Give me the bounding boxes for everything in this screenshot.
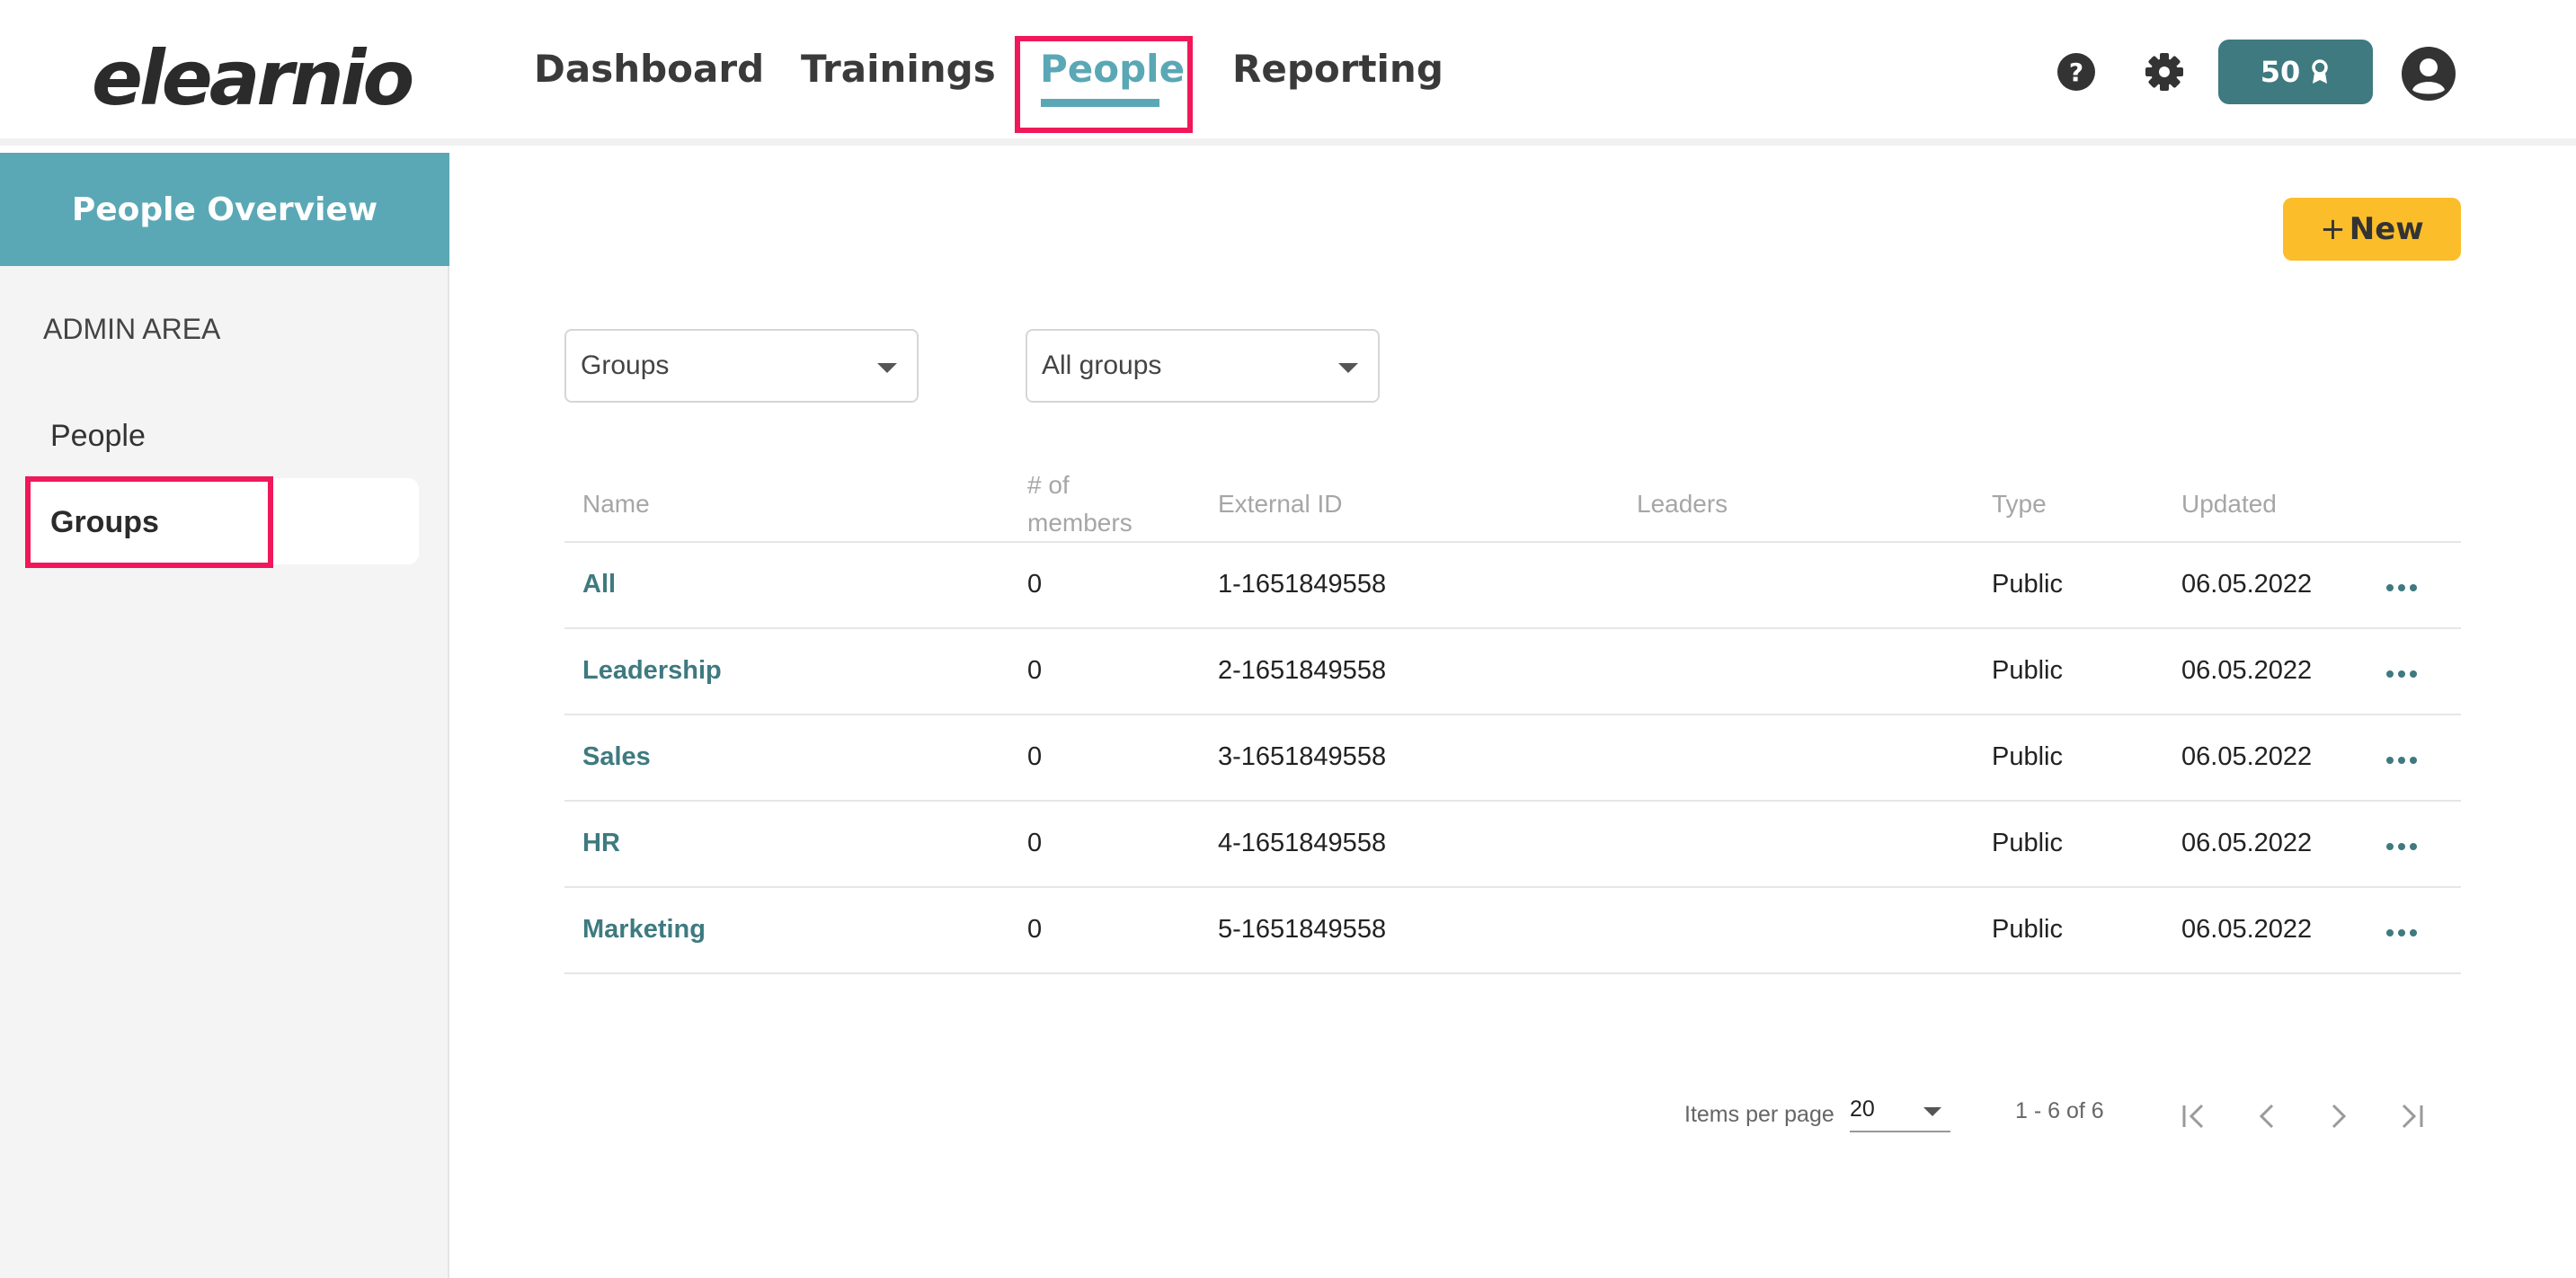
more-options-icon[interactable] xyxy=(2385,583,2418,592)
column-header-members-line1[interactable]: # of xyxy=(1027,466,1070,504)
column-header-type[interactable]: Type xyxy=(1992,485,2047,523)
svg-text:?: ? xyxy=(2069,58,2083,87)
table-row-type: Public xyxy=(1992,570,2063,599)
table-row-updated: 06.05.2022 xyxy=(2181,570,2313,599)
filter-scope-select[interactable]: All groups xyxy=(1026,329,1380,403)
table-row-updated: 06.05.2022 xyxy=(2181,829,2313,857)
table-row-external-id: 4-1651849558 xyxy=(1218,829,1387,857)
highlight-box-nav-people xyxy=(1015,36,1193,133)
table-row-updated: 06.05.2022 xyxy=(2181,742,2313,771)
highlight-box-groups xyxy=(25,476,273,568)
table-row-external-id: 5-1651849558 xyxy=(1218,915,1387,944)
items-per-page-select[interactable]: 20 xyxy=(1850,1096,1950,1132)
new-button[interactable]: + New xyxy=(2283,198,2461,261)
sidebar-item-people[interactable]: People xyxy=(50,419,146,454)
column-header-name[interactable]: Name xyxy=(582,485,650,523)
new-button-label: New xyxy=(2349,211,2424,247)
last-page-icon[interactable] xyxy=(2391,1096,2430,1136)
table-row-divider xyxy=(564,627,2461,629)
nav-trainings[interactable]: Trainings xyxy=(801,47,996,91)
column-header-updated[interactable]: Updated xyxy=(2181,485,2277,523)
user-avatar-icon[interactable] xyxy=(2400,45,2457,102)
items-per-page-label: Items per page xyxy=(1684,1102,1834,1127)
nav-dashboard[interactable]: Dashboard xyxy=(534,47,764,91)
table-row-divider xyxy=(564,886,2461,888)
table-row-updated: 06.05.2022 xyxy=(2181,915,2313,944)
table-row-external-id: 2-1651849558 xyxy=(1218,656,1387,685)
table-row-type: Public xyxy=(1992,742,2063,771)
sidebar-title: People Overview xyxy=(0,153,449,266)
table-row-divider xyxy=(564,800,2461,802)
column-header-external-id[interactable]: External ID xyxy=(1218,485,1343,523)
help-icon[interactable]: ? xyxy=(2056,52,2096,92)
table-row-name-link[interactable]: HR xyxy=(582,829,620,858)
nav-reporting[interactable]: Reporting xyxy=(1232,47,1443,91)
table-row-members: 0 xyxy=(1027,570,1043,599)
column-header-members-line2[interactable]: members xyxy=(1027,504,1133,542)
filter-type-value: Groups xyxy=(581,351,670,380)
column-header-leaders[interactable]: Leaders xyxy=(1637,485,1728,523)
sidebar-section-label: ADMIN AREA xyxy=(43,313,221,345)
table-row-type: Public xyxy=(1992,656,2063,685)
filter-type-select[interactable]: Groups xyxy=(564,329,919,403)
table-row-type: Public xyxy=(1992,915,2063,944)
gear-icon[interactable] xyxy=(2145,52,2184,92)
table-row-external-id: 3-1651849558 xyxy=(1218,742,1387,771)
table-row-type: Public xyxy=(1992,829,2063,857)
plus-icon: + xyxy=(2320,211,2346,247)
chevron-down-icon xyxy=(1338,363,1358,373)
table-row-divider xyxy=(564,714,2461,715)
next-page-icon[interactable] xyxy=(2319,1096,2358,1136)
table-row-name-link[interactable]: All xyxy=(582,570,616,599)
table-row-name-link[interactable]: Leadership xyxy=(582,656,722,686)
filter-scope-value: All groups xyxy=(1042,351,1162,380)
table-row-members: 0 xyxy=(1027,915,1043,944)
points-value: 50 xyxy=(2260,55,2301,89)
table-row-members: 0 xyxy=(1027,656,1043,685)
table-row-external-id: 1-1651849558 xyxy=(1218,570,1387,599)
points-badge[interactable]: 50 xyxy=(2218,40,2373,104)
previous-page-icon[interactable] xyxy=(2247,1096,2287,1136)
top-bar: elearnio Dashboard Trainings People Repo… xyxy=(0,0,2576,146)
more-options-icon[interactable] xyxy=(2385,928,2418,937)
table-header-divider xyxy=(564,541,2461,543)
items-per-page-value: 20 xyxy=(1850,1096,1875,1122)
table-row-updated: 06.05.2022 xyxy=(2181,656,2313,685)
more-options-icon[interactable] xyxy=(2385,842,2418,851)
table-row-divider xyxy=(564,972,2461,974)
logo[interactable]: elearnio xyxy=(92,34,414,122)
more-options-icon[interactable] xyxy=(2385,756,2418,765)
medal-icon xyxy=(2312,59,2329,84)
more-options-icon[interactable] xyxy=(2385,670,2418,679)
table-row-members: 0 xyxy=(1027,829,1043,857)
chevron-down-icon xyxy=(1923,1107,1941,1116)
table-row-name-link[interactable]: Marketing xyxy=(582,915,706,945)
chevron-down-icon xyxy=(877,363,897,373)
table-row-name-link[interactable]: Sales xyxy=(582,742,651,772)
sidebar: People Overview ADMIN AREA People Groups xyxy=(0,153,449,1278)
table-row-members: 0 xyxy=(1027,742,1043,771)
pagination-range: 1 - 6 of 6 xyxy=(2015,1098,2104,1123)
first-page-icon[interactable] xyxy=(2175,1096,2215,1136)
